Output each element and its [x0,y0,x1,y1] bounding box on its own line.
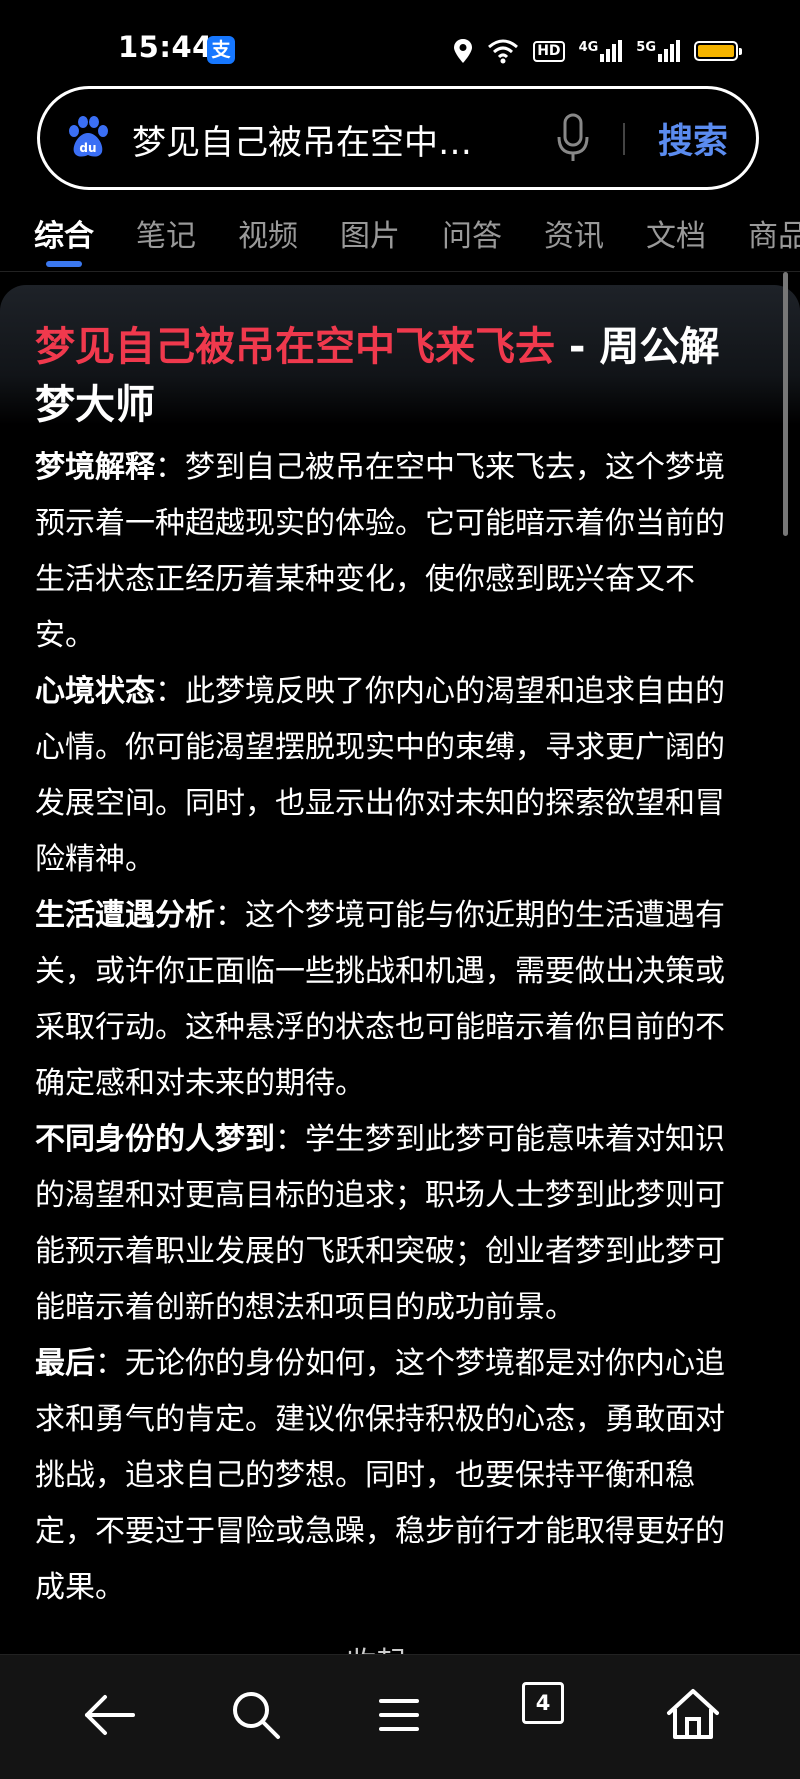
search-nav-button[interactable] [226,1685,286,1745]
hd-voice-icon: HD [533,40,565,62]
section-sep: ： [155,450,185,485]
net-label-4g: 4G [578,40,599,55]
back-button[interactable] [79,1685,139,1745]
section-heading: 梦境解释 [35,450,155,485]
svg-text:du: du [79,141,96,155]
section-dream-explanation: 梦境解释：梦到自己被吊在空中飞来飞去，这个梦境预示着一种超越现实的体验。它可能暗… [35,440,753,664]
section-sep: ： [215,898,245,933]
tab-documents[interactable]: 文档 [646,211,706,255]
net-label-5g: 5G [636,40,656,55]
microphone-icon[interactable] [555,113,591,163]
active-tab-indicator [46,261,82,267]
status-icons: HD 4G 5G [453,34,742,68]
search-divider [623,123,625,155]
section-heading: 生活遭遇分析 [35,898,215,933]
status-bar: 15:44 支 HD 4G 5G [0,0,800,84]
wifi-icon [488,39,519,64]
status-time: 15:44 [118,30,213,64]
menu-button[interactable] [369,1685,429,1745]
section-heading: 最后 [35,1346,95,1381]
tab-notes[interactable]: 笔记 [136,211,196,255]
signal-4g-icon: 4G [579,40,623,62]
tab-comprehensive[interactable]: 综合 [34,211,94,255]
bottom-navigation: 4 [0,1654,800,1779]
home-icon [667,1689,719,1739]
section-sep: ： [155,674,185,709]
section-text: 无论你的身份如何，这个梦境都是对你内心追求和勇气的肯定。建议你保持积极的心态，勇… [35,1346,725,1605]
location-icon [454,39,473,63]
result-title-link[interactable]: 梦见自己被吊在空中飞来飞去 - 周公解梦大师 [35,318,755,434]
result-title-highlight: 梦见自己被吊在空中飞来飞去 [35,324,555,370]
home-button[interactable] [663,1685,723,1745]
tab-news[interactable]: 资讯 [544,211,604,255]
category-tabs: 综合 笔记 视频 图片 问答 资讯 文档 商品 [0,205,800,272]
back-arrow-icon [85,1695,135,1735]
section-heading: 心境状态 [35,674,155,709]
search-box[interactable]: du 梦见自己被吊在空中飞... 搜索 [37,86,759,190]
baidu-paw-icon: du [69,116,108,157]
section-sep: ： [275,1122,305,1157]
scrollbar[interactable] [783,272,788,536]
section-heading: 不同身份的人梦到 [35,1122,275,1157]
tab-qa[interactable]: 问答 [442,211,502,255]
section-state-of-mind: 心境状态：此梦境反映了你内心的渴望和追求自由的心情。你可能渴望摆脱现实中的束缚，… [35,664,753,888]
battery-icon [694,41,742,61]
section-sep: ： [95,1346,125,1381]
tabs-icon[interactable]: 4 [522,1682,564,1724]
tab-videos[interactable]: 视频 [238,211,298,255]
alipay-notification-icon: 支 [207,36,235,64]
tab-images[interactable]: 图片 [340,211,400,255]
search-button[interactable]: 搜索 [658,113,728,164]
signal-5g-icon: 5G [636,40,680,62]
battery-level [698,45,734,57]
section-conclusion: 最后：无论你的身份如何，这个梦境都是对你内心追求和勇气的肯定。建议你保持积极的心… [35,1336,753,1616]
tab-products[interactable]: 商品 [748,211,800,255]
section-different-identities: 不同身份的人梦到：学生梦到此梦可能意味着对知识的渴望和对更高目标的追求；职场人士… [35,1112,753,1336]
result-content: 梦境解释：梦到自己被吊在空中飞来飞去，这个梦境预示着一种超越现实的体验。它可能暗… [35,440,753,1616]
menu-icon [379,1699,419,1731]
search-input[interactable]: 梦见自己被吊在空中飞... [132,115,502,164]
search-icon [233,1692,280,1739]
section-life-analysis: 生活遭遇分析：这个梦境可能与你近期的生活遭遇有关，或许你正面临一些挑战和机遇，需… [35,888,753,1112]
